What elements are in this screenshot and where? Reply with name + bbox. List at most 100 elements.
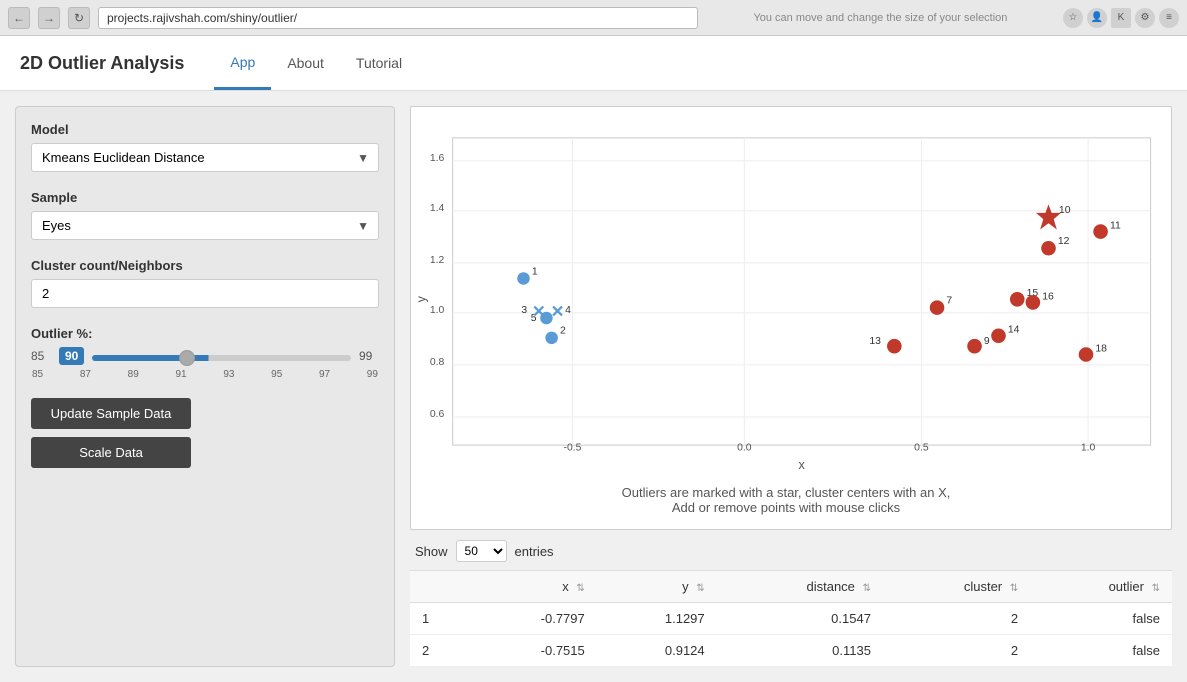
col-outlier[interactable]: outlier ⇅ xyxy=(1030,571,1172,603)
svg-text:12: 12 xyxy=(1058,236,1070,247)
svg-text:11: 11 xyxy=(1110,220,1121,231)
svg-text:0.8: 0.8 xyxy=(430,357,445,368)
nav-tab-tutorial[interactable]: Tutorial xyxy=(340,36,418,90)
point-1[interactable] xyxy=(517,272,530,285)
center-3: ✕ xyxy=(532,302,546,321)
svg-text:14: 14 xyxy=(1008,325,1020,336)
svg-text:10: 10 xyxy=(1059,205,1071,216)
cell-x: -0.7797 xyxy=(469,603,597,635)
svg-text:1.2: 1.2 xyxy=(430,255,445,266)
svg-text:3: 3 xyxy=(521,305,527,316)
svg-text:x: x xyxy=(799,458,806,472)
slider-min: 85 xyxy=(31,349,51,363)
back-button[interactable]: ← xyxy=(8,7,30,29)
chart-caption: Outliers are marked with a star, cluster… xyxy=(411,485,1161,515)
svg-text:0.6: 0.6 xyxy=(430,409,445,420)
settings-icon[interactable]: ⚙ xyxy=(1135,8,1155,28)
forward-button[interactable]: → xyxy=(38,7,60,29)
point-16[interactable] xyxy=(1026,295,1041,310)
col-id[interactable] xyxy=(410,571,469,603)
slider-max: 99 xyxy=(359,349,379,363)
cell-y: 1.1297 xyxy=(597,603,717,635)
cell-cluster: 2 xyxy=(883,635,1030,667)
browser-hint: You can move and change the size of your… xyxy=(706,12,1055,24)
svg-text:1: 1 xyxy=(532,266,538,277)
star-icon[interactable]: ☆ xyxy=(1063,8,1083,28)
entries-label: entries xyxy=(515,544,554,559)
point-14[interactable] xyxy=(991,328,1006,343)
point-12[interactable] xyxy=(1041,241,1056,256)
cell-outlier: false xyxy=(1030,635,1172,667)
left-panel: Model Kmeans Euclidean Distance LOF DBSC… xyxy=(15,106,395,667)
refresh-button[interactable]: ↻ xyxy=(68,7,90,29)
point-7[interactable] xyxy=(930,300,945,315)
outlier-label: Outlier %: xyxy=(31,326,379,341)
cell-outlier: false xyxy=(1030,603,1172,635)
table-row: 2 -0.7515 0.9124 0.1135 2 false xyxy=(410,635,1172,667)
data-table: x ⇅ y ⇅ distance ⇅ cluster ⇅ outlier ⇅ 1… xyxy=(410,570,1172,667)
model-select-wrapper: Kmeans Euclidean Distance LOF DBSCAN ▼ xyxy=(31,143,379,172)
url-bar[interactable]: projects.rajivshah.com/shiny/outlier/ xyxy=(98,7,698,29)
nav-tab-app[interactable]: App xyxy=(214,36,271,90)
cell-x: -0.7515 xyxy=(469,635,597,667)
point-2[interactable] xyxy=(545,332,558,345)
point-15[interactable] xyxy=(1010,292,1025,307)
point-9[interactable] xyxy=(967,339,982,354)
col-y[interactable]: y ⇅ xyxy=(597,571,717,603)
model-select[interactable]: Kmeans Euclidean Distance LOF DBSCAN xyxy=(31,143,379,172)
table-body: 1 -0.7797 1.1297 0.1547 2 false 2 -0.751… xyxy=(410,603,1172,667)
cluster-input[interactable] xyxy=(31,279,379,308)
cell-id: 1 xyxy=(410,603,469,635)
slider-value-display: 90 xyxy=(59,347,84,365)
nav-tab-about[interactable]: About xyxy=(271,36,340,90)
svg-text:13: 13 xyxy=(869,336,881,347)
svg-text:1.6: 1.6 xyxy=(430,153,445,164)
svg-text:2: 2 xyxy=(560,326,566,337)
svg-text:16: 16 xyxy=(1042,291,1054,302)
cell-y: 0.9124 xyxy=(597,635,717,667)
col-cluster[interactable]: cluster ⇅ xyxy=(883,571,1030,603)
nav-tabs: App About Tutorial xyxy=(214,36,418,90)
cell-distance: 0.1547 xyxy=(717,603,883,635)
update-sample-button[interactable]: Update Sample Data xyxy=(31,398,191,429)
col-x[interactable]: x ⇅ xyxy=(469,571,597,603)
scale-data-button[interactable]: Scale Data xyxy=(31,437,191,468)
slider-track-wrapper xyxy=(92,349,351,364)
cell-cluster: 2 xyxy=(883,603,1030,635)
col-distance[interactable]: distance ⇅ xyxy=(717,571,883,603)
point-18[interactable] xyxy=(1079,347,1094,362)
sample-select[interactable]: Eyes Moons Circles xyxy=(31,211,379,240)
table-header: x ⇅ y ⇅ distance ⇅ cluster ⇅ outlier ⇅ xyxy=(410,571,1172,603)
extension-icon[interactable]: K xyxy=(1111,8,1131,28)
center-4: ✕ xyxy=(551,302,565,321)
svg-text:1.4: 1.4 xyxy=(430,203,445,214)
svg-text:9: 9 xyxy=(984,336,990,347)
point-11[interactable] xyxy=(1093,224,1108,239)
outlier-group: Outlier %: 85 90 99 85 87 89 91 93 95 97… xyxy=(31,326,379,380)
user-icon[interactable]: 👤 xyxy=(1087,8,1107,28)
slider-row: 85 90 99 xyxy=(31,347,379,365)
show-label: Show xyxy=(415,544,448,559)
svg-text:4: 4 xyxy=(565,305,571,316)
menu-icon[interactable]: ≡ xyxy=(1159,8,1179,28)
browser-chrome: ← → ↻ projects.rajivshah.com/shiny/outli… xyxy=(0,0,1187,36)
app-title: 2D Outlier Analysis xyxy=(20,53,184,74)
cell-id: 2 xyxy=(410,635,469,667)
app-header: 2D Outlier Analysis App About Tutorial xyxy=(0,36,1187,91)
entries-select[interactable]: 50 10 25 100 xyxy=(456,540,507,562)
right-panel: y 1.6 1.4 1.2 1.0 0.8 0.6 -0.5 0. xyxy=(410,106,1172,667)
model-group: Model Kmeans Euclidean Distance LOF DBSC… xyxy=(31,122,379,172)
chart-container[interactable]: y 1.6 1.4 1.2 1.0 0.8 0.6 -0.5 0. xyxy=(410,106,1172,530)
slider-ticks: 85 87 89 91 93 95 97 99 xyxy=(31,369,379,380)
table-controls: Show 50 10 25 100 entries xyxy=(410,540,1172,562)
model-label: Model xyxy=(31,122,379,137)
sample-select-wrapper: Eyes Moons Circles ▼ xyxy=(31,211,379,240)
sample-group: Sample Eyes Moons Circles ▼ xyxy=(31,190,379,240)
scatter-chart[interactable]: y 1.6 1.4 1.2 1.0 0.8 0.6 -0.5 0. xyxy=(411,117,1161,476)
point-13[interactable] xyxy=(887,339,902,354)
outlier-slider[interactable] xyxy=(92,355,351,361)
svg-text:7: 7 xyxy=(946,295,952,306)
cluster-label: Cluster count/Neighbors xyxy=(31,258,379,273)
svg-text:1.0: 1.0 xyxy=(430,305,445,316)
table-row: 1 -0.7797 1.1297 0.1547 2 false xyxy=(410,603,1172,635)
